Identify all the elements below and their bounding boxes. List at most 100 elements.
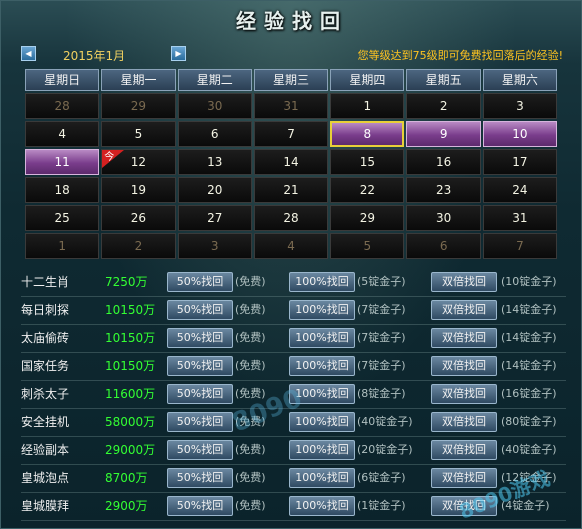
task-exp-amount: 8700万 <box>105 471 148 485</box>
recover-50-button[interactable]: 50%找回 <box>167 468 233 488</box>
recover-double-cost: (14锭金子) <box>501 331 557 344</box>
calendar-day[interactable]: 1 <box>330 93 405 119</box>
calendar-day-number: 3 <box>516 99 524 113</box>
level-notice: 您等级达到75级即可免费找回落后的经验! <box>357 49 563 62</box>
calendar-day[interactable]: 7 <box>482 233 558 259</box>
calendar-day[interactable]: 30 <box>406 205 481 231</box>
recover-100-button[interactable]: 100%找回 <box>289 328 355 348</box>
calendar-day-number: 31 <box>512 211 528 225</box>
calendar-day[interactable]: 27 <box>177 205 252 231</box>
recover-100-button[interactable]: 100%找回 <box>289 412 355 432</box>
task-exp-amount: 7250万 <box>105 275 148 289</box>
calendar-day[interactable]: 22 <box>330 177 405 203</box>
recover-50-button[interactable]: 50%找回 <box>167 300 233 320</box>
task-exp-amount: 11600万 <box>105 387 156 401</box>
exp-recovery-window: 经验找回 ◀ 2015年1月 ▶ 您等级达到75级即可免费找回落后的经验! 星期… <box>0 0 582 529</box>
calendar-day-number: 19 <box>130 183 147 197</box>
calendar-day[interactable]: 29 <box>101 93 176 119</box>
calendar-day[interactable]: 18 <box>25 177 100 203</box>
recover-100-cost: (1锭金子) <box>357 499 406 512</box>
recover-50-button[interactable]: 50%找回 <box>167 496 233 516</box>
month-label: 2015年1月 <box>63 49 126 63</box>
recover-100-button[interactable]: 100%找回 <box>289 468 355 488</box>
calendar-day[interactable]: 30 <box>177 93 252 119</box>
calendar-day[interactable]: 4 <box>253 233 329 259</box>
calendar-day[interactable]: 3 <box>482 93 558 119</box>
calendar-day[interactable]: 7 <box>253 121 329 147</box>
calendar-day[interactable]: 11 <box>25 149 100 175</box>
next-month-button[interactable]: ▶ <box>171 46 186 61</box>
recover-50-cost: (免费) <box>235 359 266 372</box>
calendar-day[interactable]: 8 <box>330 121 405 147</box>
calendar-day[interactable]: 24 <box>482 177 558 203</box>
recover-100-cost: (20锭金子) <box>357 443 413 456</box>
recover-double-button[interactable]: 双倍找回 <box>431 328 497 348</box>
recover-100-cost: (6锭金子) <box>357 471 406 484</box>
calendar-day[interactable]: 29 <box>330 205 405 231</box>
calendar-day[interactable]: 15 <box>330 149 405 175</box>
recover-100-button[interactable]: 100%找回 <box>289 300 355 320</box>
calendar-day[interactable]: 14 <box>253 149 329 175</box>
calendar-day[interactable]: 28 <box>25 93 100 119</box>
recover-100-button[interactable]: 100%找回 <box>289 272 355 292</box>
calendar-day[interactable]: 5 <box>101 121 176 147</box>
recover-50-button[interactable]: 50%找回 <box>167 440 233 460</box>
calendar-day[interactable]: 10 <box>482 121 558 147</box>
recover-100-cost: (5锭金子) <box>357 275 406 288</box>
calendar-day-number: 25 <box>54 211 70 225</box>
calendar-day[interactable]: 1 <box>25 233 100 259</box>
calendar-day[interactable]: 26 <box>101 205 176 231</box>
calendar-day-number: 16 <box>435 155 452 169</box>
calendar-day[interactable]: 17 <box>482 149 558 175</box>
recover-double-cost: (40锭金子) <box>501 443 557 456</box>
calendar-day-number: 24 <box>512 183 528 197</box>
calendar-day-number: 6 <box>439 239 448 253</box>
calendar-day-number: 13 <box>207 155 223 169</box>
recover-double-button[interactable]: 双倍找回 <box>431 356 497 376</box>
calendar-day[interactable]: 9 <box>406 121 481 147</box>
recover-100-button[interactable]: 100%找回 <box>289 440 355 460</box>
calendar-day[interactable]: 6 <box>406 233 481 259</box>
calendar-day[interactable]: 12 今 <box>101 149 176 175</box>
recover-50-button[interactable]: 50%找回 <box>167 328 233 348</box>
prev-month-button[interactable]: ◀ <box>21 46 36 61</box>
calendar-day[interactable]: 31 <box>482 205 558 231</box>
calendar-day[interactable]: 13 <box>177 149 252 175</box>
calendar-day[interactable]: 31 <box>253 93 329 119</box>
calendar-day-number: 14 <box>283 155 299 169</box>
task-name: 十二生肖 <box>21 275 70 289</box>
calendar-day[interactable]: 6 <box>177 121 252 147</box>
calendar-day-number: 22 <box>359 183 375 197</box>
calendar-day[interactable]: 28 <box>253 205 329 231</box>
calendar-week-row: 11 12 今 13 14 15 16 17 <box>25 149 559 175</box>
calendar-day-number: 21 <box>283 183 299 197</box>
calendar-day[interactable]: 3 <box>177 233 252 259</box>
today-label: 今 <box>104 152 115 163</box>
calendar-day[interactable]: 2 <box>406 93 481 119</box>
recover-50-button[interactable]: 50%找回 <box>167 412 233 432</box>
calendar-day[interactable]: 20 <box>177 177 252 203</box>
recover-double-button[interactable]: 双倍找回 <box>431 412 497 432</box>
calendar-day-number: 6 <box>210 127 219 141</box>
calendar-day[interactable]: 21 <box>253 177 329 203</box>
calendar-day[interactable]: 23 <box>406 177 481 203</box>
calendar-day[interactable]: 2 <box>101 233 176 259</box>
recover-double-button[interactable]: 双倍找回 <box>431 440 497 460</box>
recover-100-button[interactable]: 100%找回 <box>289 496 355 516</box>
recover-double-button[interactable]: 双倍找回 <box>431 384 497 404</box>
recover-double-button[interactable]: 双倍找回 <box>431 272 497 292</box>
calendar-day[interactable]: 4 <box>25 121 100 147</box>
recover-100-button[interactable]: 100%找回 <box>289 356 355 376</box>
calendar-week-row: 1 2 3 4 5 6 7 <box>25 233 559 259</box>
recover-100-cost: (7锭金子) <box>357 359 406 372</box>
recover-50-button[interactable]: 50%找回 <box>167 384 233 404</box>
recover-double-button[interactable]: 双倍找回 <box>431 300 497 320</box>
recover-50-button[interactable]: 50%找回 <box>167 356 233 376</box>
calendar-day[interactable]: 5 <box>330 233 405 259</box>
calendar-day[interactable]: 19 <box>101 177 176 203</box>
recover-50-button[interactable]: 50%找回 <box>167 272 233 292</box>
recover-50-cost: (免费) <box>235 471 266 484</box>
calendar-day[interactable]: 25 <box>25 205 100 231</box>
calendar-day[interactable]: 16 <box>406 149 481 175</box>
recover-100-cost: (7锭金子) <box>357 331 406 344</box>
